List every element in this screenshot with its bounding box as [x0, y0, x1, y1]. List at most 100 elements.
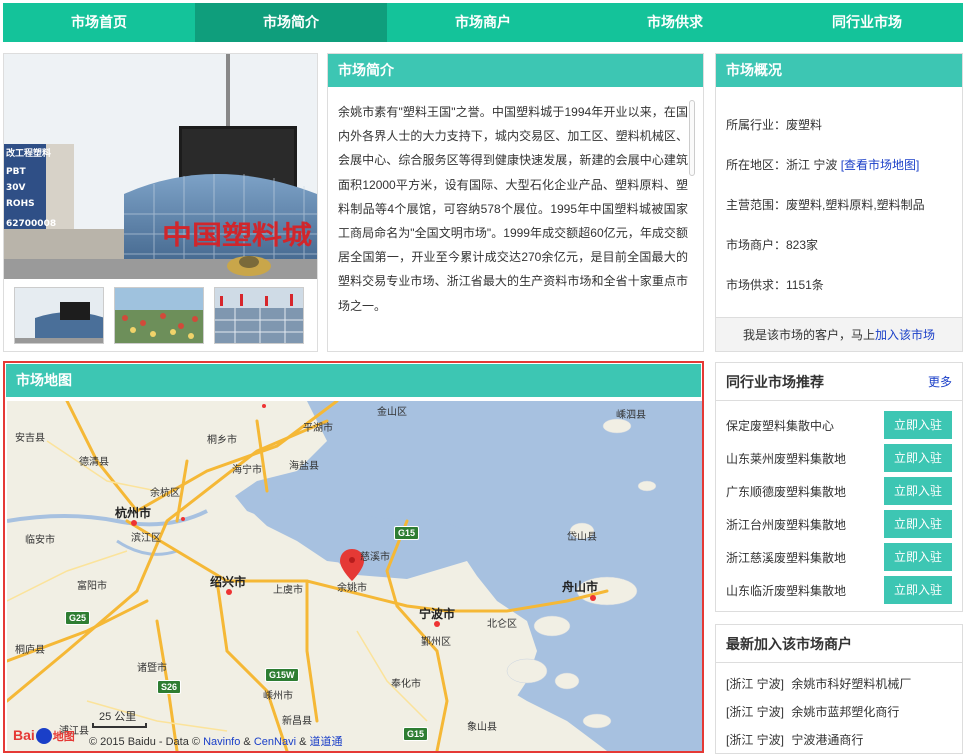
recommend-header: 同行业市场推荐 更多	[716, 363, 962, 401]
join-market-link[interactable]: 加入该市场	[875, 328, 935, 342]
newest-merchant-name[interactable]: 宁波港通商行	[791, 733, 863, 747]
map-place: 德清县	[79, 457, 109, 468]
map-place: 安吉县	[15, 433, 45, 444]
nav-supply[interactable]: 市场供求	[579, 3, 771, 42]
photo-thumb-2[interactable]	[114, 287, 204, 344]
newest-item[interactable]: [浙江 宁波] 余姚市科好塑料机械厂	[726, 675, 911, 692]
overview-region-row: 所在地区：浙江 宁波 [查看市场地图]	[726, 156, 919, 173]
map-place: 新昌县	[282, 716, 312, 727]
nav-merchants[interactable]: 市场商户	[387, 3, 579, 42]
map-place: 海盐县	[289, 461, 319, 472]
baidu-logo[interactable]: Bai 地图	[13, 727, 75, 745]
overview-panel: 市场概况 所属行业：废塑料 所在地区：浙江 宁波 [查看市场地图] 主营范围：废…	[715, 53, 963, 352]
map-place: 北仑区	[487, 619, 517, 630]
join-now-button[interactable]: 立即入驻	[884, 510, 952, 538]
overview-supply: 市场供求：1151条	[726, 278, 824, 292]
overview-title: 市场概况	[716, 54, 962, 87]
recommend-market-name[interactable]: 山东临沂废塑料集散地	[726, 582, 846, 599]
highway-shield: G15	[403, 727, 429, 741]
map-title: 市场地图	[6, 364, 701, 397]
join-now-button[interactable]: 立即入驻	[884, 444, 952, 472]
paw-icon	[35, 728, 52, 745]
recommend-item: 浙江慈溪废塑料集散地 立即入驻	[726, 543, 952, 571]
view-map-link[interactable]: [查看市场地图]	[841, 158, 920, 172]
map-place: 临安市	[25, 535, 55, 546]
map-place: 象山县	[467, 722, 497, 733]
main-nav: 市场首页 市场简介 市场商户 市场供求 同行业市场	[3, 3, 963, 42]
map-city: 舟山市	[562, 580, 599, 594]
recommend-market-name[interactable]: 山东莱州废塑料集散地	[726, 450, 846, 467]
join-now-button[interactable]: 立即入驻	[884, 576, 952, 604]
more-link[interactable]: 更多	[928, 363, 952, 401]
map-place: 鄞州区	[421, 637, 451, 648]
market-map[interactable]: 杭州市 绍兴市 宁波市 舟山市 金山区 嵊泗县 安吉县 平湖市 桐乡市 德清县 …	[7, 401, 702, 751]
amp-text: &	[299, 736, 307, 748]
join-now-button[interactable]: 立即入驻	[884, 543, 952, 571]
intro-scrollbar[interactable]	[689, 100, 695, 176]
intro-panel: 市场简介 余姚市素有"塑料王国"之誉。中国塑料城于1994年开业以来，在国内外各…	[327, 53, 704, 352]
recommend-title: 同行业市场推荐	[726, 374, 824, 390]
highway-shield: G15	[394, 526, 420, 540]
logo-text: Bai	[13, 727, 35, 743]
map-place: 滨江区	[131, 533, 161, 544]
nav-home[interactable]: 市场首页	[3, 3, 195, 42]
recommend-item: 山东莱州废塑料集散地 立即入驻	[726, 444, 952, 472]
photo-thumb-1[interactable]	[14, 287, 104, 344]
map-place: 岱山县	[567, 532, 597, 543]
newest-merchant-name[interactable]: 余姚市科好塑料机械厂	[791, 677, 911, 691]
daodao-link[interactable]: 道道通	[309, 736, 342, 748]
map-place: 富阳市	[77, 581, 107, 592]
newest-region: [浙江 宁波]	[726, 705, 785, 719]
map-city: 杭州市	[115, 506, 152, 520]
board-line: PBT	[6, 167, 26, 177]
map-scale-label: 25 公里	[99, 711, 137, 723]
recommend-market-name[interactable]: 广东顺德废塑料集散地	[726, 483, 846, 500]
recommend-item: 浙江台州废塑料集散地 立即入驻	[726, 510, 952, 538]
recommend-market-name[interactable]: 保定废塑料集散中心	[726, 417, 834, 434]
copyright-text: © 2015 Baidu - Data ©	[89, 736, 200, 748]
map-copyright: © 2015 Baidu - Data © Navinfo & CenNavi …	[89, 733, 342, 749]
navinfo-link[interactable]: Navinfo	[203, 736, 240, 748]
join-now-button[interactable]: 立即入驻	[884, 477, 952, 505]
map-place: 奉化市	[391, 679, 421, 690]
newest-merchant-name[interactable]: 余姚市蓝邦塑化商行	[791, 705, 899, 719]
map-place: 金山区	[377, 407, 407, 418]
newest-region: [浙江 宁波]	[726, 677, 785, 691]
overview-merchants: 市场商户：823家	[726, 238, 819, 252]
intro-text: 余姚市素有"塑料王国"之誉。中国塑料城于1994年开业以来，在国内外各界人士的大…	[338, 105, 688, 313]
map-place: 余姚市	[337, 583, 367, 594]
amp-text: &	[243, 736, 251, 748]
newest-item[interactable]: [浙江 宁波] 宁波港通商行	[726, 731, 863, 748]
newest-region: [浙江 宁波]	[726, 733, 785, 747]
map-place: 嵊泗县	[616, 410, 646, 421]
board-line: ROHS	[6, 199, 35, 209]
highway-shield: G25	[65, 611, 91, 625]
board-line: 30V	[6, 183, 26, 193]
join-now-button[interactable]: 立即入驻	[884, 411, 952, 439]
map-place: 桐乡市	[207, 435, 237, 446]
nav-peer-markets[interactable]: 同行业市场	[771, 3, 963, 42]
market-photo[interactable]: 中国塑料城 改工程塑料 PBT 30V ROHS 62700008	[4, 54, 317, 279]
newest-item[interactable]: [浙江 宁波] 余姚市蓝邦塑化商行	[726, 703, 899, 720]
board-line: 62700008	[6, 219, 56, 229]
highway-shield: G15W	[265, 668, 299, 682]
recommend-market-name[interactable]: 浙江慈溪废塑料集散地	[726, 549, 846, 566]
map-place: 诸暨市	[137, 663, 167, 674]
photo-thumb-3[interactable]	[214, 287, 304, 344]
map-place: 上虞市	[273, 585, 303, 596]
join-text: 我是该市场的客户，马上	[742, 328, 875, 342]
recommend-item: 广东顺德废塑料集散地 立即入驻	[726, 477, 952, 505]
cennavi-link[interactable]: CenNavi	[254, 736, 296, 748]
highway-shield: S26	[157, 680, 182, 694]
recommend-market-name[interactable]: 浙江台州废塑料集散地	[726, 516, 846, 533]
join-bar: 我是该市场的客户，马上加入该市场	[716, 317, 962, 351]
nav-intro[interactable]: 市场简介	[195, 3, 387, 42]
map-place: 桐庐县	[15, 645, 45, 656]
logo-text-2: 地图	[52, 731, 75, 743]
map-place: 余杭区	[150, 488, 180, 499]
map-place: 平湖市	[303, 423, 333, 434]
map-place: 海宁市	[232, 465, 262, 476]
overview-industry: 所属行业：废塑料	[726, 118, 823, 132]
map-city: 绍兴市	[210, 575, 247, 589]
newest-panel: 最新加入该市场商户 [浙江 宁波] 余姚市科好塑料机械厂 [浙江 宁波] 余姚市…	[715, 624, 963, 754]
